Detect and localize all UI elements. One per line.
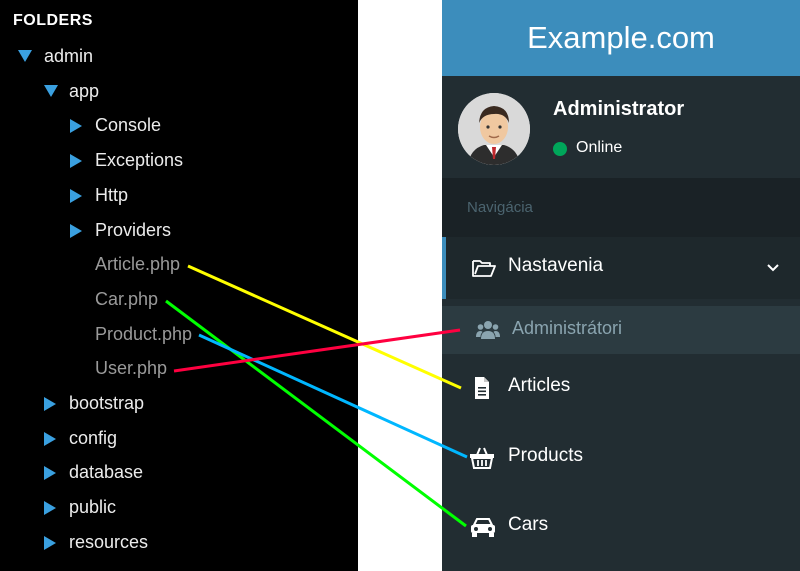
shopping-basket-icon [470,447,494,469]
nav-header-label: Navigácia [467,199,533,216]
online-status-icon [553,142,567,156]
tree-node-label: User.php [95,358,168,379]
folder-item-database[interactable]: database [0,459,358,485]
disclosure-open-icon[interactable] [18,43,34,69]
file-item-product-php[interactable]: Product.php [0,321,358,347]
folder-open-icon [472,257,496,279]
menu-item-nastavenia[interactable]: Nastavenia [442,237,800,299]
tree-node-label: resources [69,531,149,552]
tree-node-label: Car.php [95,288,159,309]
tree-node-label: Exceptions [95,150,184,171]
file-item-user-php[interactable]: User.php [0,355,358,381]
tree-node-label: Article.php [95,254,181,275]
panel-header: Example.com [442,0,800,76]
tree-node-label: database [69,462,144,483]
folder-item-console[interactable]: Console [0,112,358,138]
folder-item-providers[interactable]: Providers [0,217,358,243]
menu-label: Products [508,445,583,466]
folder-item-app[interactable]: app [0,78,358,104]
folder-item-exceptions[interactable]: Exceptions [0,147,358,173]
disclosure-closed-icon[interactable] [70,182,86,208]
tree-node-label: Console [95,115,162,136]
menu-item-products[interactable]: Products [442,427,800,489]
folder-item-resources[interactable]: resources [0,529,358,555]
car-icon [470,516,495,538]
tree-node-label: public [69,497,117,518]
folder-tree: FOLDERS admin app Console Exceptions Http Pro… [0,0,358,571]
tree-node-label: Product.php [95,323,193,344]
tree-node-label: Providers [95,219,172,240]
tree-node-label: Http [95,184,129,205]
disclosure-closed-icon[interactable] [70,147,86,173]
menu-item-cars[interactable]: Cars [442,496,800,558]
user-status: Online [576,139,623,156]
user-avatar-icon [458,93,530,165]
chevron-down-icon[interactable] [766,261,780,275]
menu-label: Articles [508,375,571,396]
admin-sidebar: Example.com Administrator Online Navigác… [442,0,800,571]
tree-node-label: admin [44,46,94,66]
disclosure-closed-icon[interactable] [70,112,86,138]
disclosure-closed-icon[interactable] [44,425,60,451]
menu-label: Nastavenia [508,255,604,276]
folder-item-admin[interactable]: admin [0,43,358,69]
nav-header: Navigácia [442,178,800,237]
menu-label: Cars [508,514,549,535]
disclosure-open-icon[interactable] [44,78,60,104]
disclosure-closed-icon[interactable] [44,529,60,555]
tree-node-label: app [69,80,100,101]
disclosure-closed-icon[interactable] [44,390,60,416]
file-item-article-php[interactable]: Article.php [0,251,358,277]
tree-node-label: config [69,427,118,448]
file-text-icon [470,377,494,399]
disclosure-closed-icon[interactable] [44,494,60,520]
menu-item-administratori[interactable]: Administrátori [442,306,800,354]
user-name: Administrator [553,98,685,120]
folder-item-bootstrap[interactable]: bootstrap [0,390,358,416]
file-item-car-php[interactable]: Car.php [0,286,358,312]
tree-header: FOLDERS [13,12,93,29]
folder-item-config[interactable]: config [0,425,358,451]
brand-logo[interactable]: Example.com [442,0,800,76]
folder-item-http[interactable]: Http [0,182,358,208]
tree-node-label: bootstrap [69,393,145,413]
menu-label: Administrátori [512,318,623,338]
disclosure-closed-icon[interactable] [44,459,60,485]
menu-item-articles[interactable]: Articles [442,357,800,419]
folder-item-public[interactable]: public [0,494,358,520]
disclosure-closed-icon[interactable] [70,217,86,243]
user-panel: Administrator [442,76,800,178]
users-icon [476,318,500,342]
